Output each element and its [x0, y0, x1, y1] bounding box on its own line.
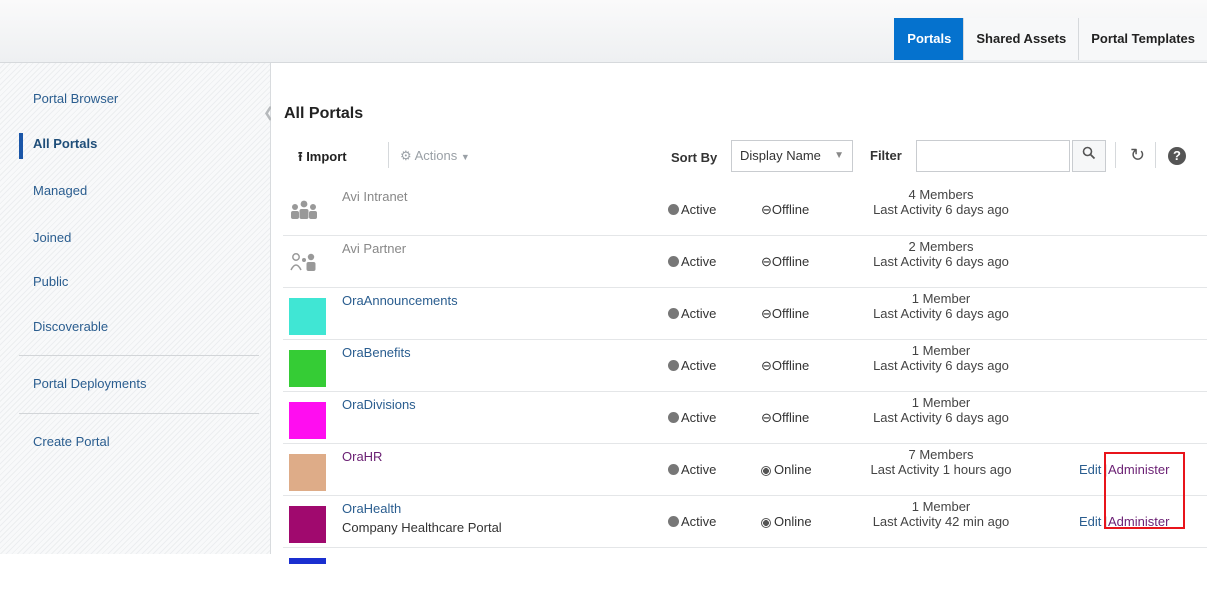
portal-thumbnail: [289, 454, 326, 491]
portal-thumbnail: [289, 350, 326, 387]
sidebar-item-portal-browser[interactable]: Portal Browser: [33, 91, 118, 106]
table-row[interactable]: OraDivisions Active ⊖Offline 1 Member Las…: [283, 392, 1207, 444]
members-info: 4 Members Last Activity 6 days ago: [873, 187, 1009, 217]
table-row[interactable]: OraHealth Company Healthcare Portal Acti…: [283, 496, 1207, 548]
active-status-icon: [668, 412, 679, 423]
sidebar-item-public[interactable]: Public: [33, 274, 68, 289]
members-info: 7 Members Last Activity 1 hours ago: [870, 447, 1012, 477]
tab-shared-assets[interactable]: Shared Assets: [963, 18, 1079, 60]
active-status-icon: [668, 256, 679, 267]
offline-icon: ⊖: [761, 254, 772, 269]
active-status-icon: [668, 204, 679, 215]
sidebar-item-create-portal[interactable]: Create Portal: [33, 434, 110, 449]
tab-portal-templates[interactable]: Portal Templates: [1078, 18, 1207, 60]
portal-description: Company Healthcare Portal: [342, 520, 502, 535]
status-active: Active: [668, 358, 716, 373]
status-active: Active: [668, 306, 716, 321]
actions-menu-button[interactable]: ⚙ Actions ▼: [400, 148, 470, 164]
edit-link[interactable]: Edit: [1079, 514, 1101, 529]
gear-icon: ⚙: [400, 148, 412, 163]
highlight-box: [1104, 452, 1185, 529]
sidebar-item-managed[interactable]: Managed: [33, 183, 87, 198]
portal-thumbnail: [289, 298, 326, 335]
toolbar-divider: [1155, 142, 1156, 168]
portal-thumbnail: [289, 402, 326, 439]
group-icon: [289, 198, 319, 220]
active-status-icon: [668, 360, 679, 371]
online-icon: [761, 466, 771, 476]
portal-thumbnail: [289, 506, 326, 543]
offline-icon: ⊖: [761, 202, 772, 217]
online-icon: [761, 518, 771, 528]
sidebar-item-portal-deployments[interactable]: Portal Deployments: [33, 376, 146, 391]
active-status-icon: [668, 464, 679, 475]
portal-name[interactable]: Avi Intranet: [342, 189, 408, 204]
table-row[interactable]: OraHR Active Online 7 Members Last Activi…: [283, 444, 1207, 496]
sidebar-item-joined[interactable]: Joined: [33, 230, 71, 245]
status-active: Active: [668, 202, 716, 217]
sidebar: Portal Browser All Portals Managed Joine…: [0, 63, 271, 554]
portal-name[interactable]: OraBenefits: [342, 345, 411, 360]
table-row[interactable]: Avi Intranet Active ⊖Offline 4 Members La…: [283, 184, 1207, 236]
members-info: 1 Member Last Activity 6 days ago: [873, 291, 1009, 321]
active-status-icon: [668, 308, 679, 319]
sidebar-divider: [19, 413, 259, 414]
offline-icon: ⊖: [761, 358, 772, 373]
partner-icon: [289, 250, 319, 272]
upload-icon: ⭱: [298, 149, 303, 164]
portal-name[interactable]: OraHealth: [342, 501, 401, 516]
table-row[interactable]: [283, 548, 1207, 599]
toolbar-divider: [388, 142, 389, 168]
sidebar-item-all-portals[interactable]: All Portals: [33, 136, 97, 151]
sort-by-label: Sort By: [671, 150, 718, 165]
edit-link[interactable]: Edit: [1079, 462, 1101, 477]
status-active: Active: [668, 254, 716, 269]
portal-name[interactable]: OraDivisions: [342, 397, 416, 412]
search-icon: [1082, 146, 1096, 160]
active-indicator: [19, 133, 23, 159]
status-online: ⊖Offline: [761, 306, 810, 321]
status-online: ⊖Offline: [761, 254, 810, 269]
table-row[interactable]: OraAnnouncements Active ⊖Offline 1 Membe…: [283, 288, 1207, 340]
help-icon[interactable]: ?: [1168, 147, 1186, 165]
members-info: 1 Member Last Activity 6 days ago: [873, 395, 1009, 425]
main-panel: All Portals ⭱ Import ⚙ Actions ▼ Sort By…: [271, 63, 1207, 564]
portal-thumbnail: [289, 558, 326, 564]
status-online: ⊖Offline: [761, 202, 810, 217]
top-bar: Portals Shared Assets Portal Templates: [0, 0, 1207, 63]
portal-name[interactable]: Avi Partner: [342, 241, 406, 256]
filter-label: Filter: [870, 148, 902, 163]
portal-name[interactable]: OraHR: [342, 449, 382, 464]
active-status-icon: [668, 516, 679, 527]
page-title: All Portals: [284, 105, 364, 122]
status-online: ⊖Offline: [761, 410, 810, 425]
sidebar-divider: [19, 355, 259, 356]
import-button[interactable]: ⭱ Import: [298, 148, 347, 170]
search-button[interactable]: [1072, 140, 1106, 172]
tab-portals[interactable]: Portals: [894, 18, 964, 60]
status-active: Active: [668, 514, 716, 529]
status-active: Active: [668, 410, 716, 425]
filter-input[interactable]: [916, 140, 1070, 172]
portal-name[interactable]: OraAnnouncements: [342, 293, 458, 308]
table-row[interactable]: OraBenefits Active ⊖Offline 1 Member Last…: [283, 340, 1207, 392]
table-row[interactable]: Avi Partner Active ⊖Offline 2 Members Las…: [283, 236, 1207, 288]
refresh-icon[interactable]: ↻: [1130, 145, 1145, 166]
members-info: 1 Member Last Activity 42 min ago: [872, 499, 1010, 529]
status-online: Online: [761, 514, 812, 529]
status-online: ⊖Offline: [761, 358, 810, 373]
sort-by-select[interactable]: Display Name ▼: [731, 140, 853, 172]
members-info: 2 Members Last Activity 6 days ago: [873, 239, 1009, 269]
chevron-down-icon: ▼: [460, 152, 470, 162]
offline-icon: ⊖: [761, 410, 772, 425]
main-tabs: Portals Shared Assets Portal Templates: [894, 18, 1207, 62]
status-active: Active: [668, 462, 716, 477]
sidebar-item-discoverable[interactable]: Discoverable: [33, 319, 108, 334]
offline-icon: ⊖: [761, 306, 772, 321]
toolbar-divider: [1115, 142, 1116, 168]
chevron-down-icon: ▼: [834, 150, 844, 161]
members-info: 1 Member Last Activity 6 days ago: [873, 343, 1009, 373]
status-online: Online: [761, 462, 812, 477]
